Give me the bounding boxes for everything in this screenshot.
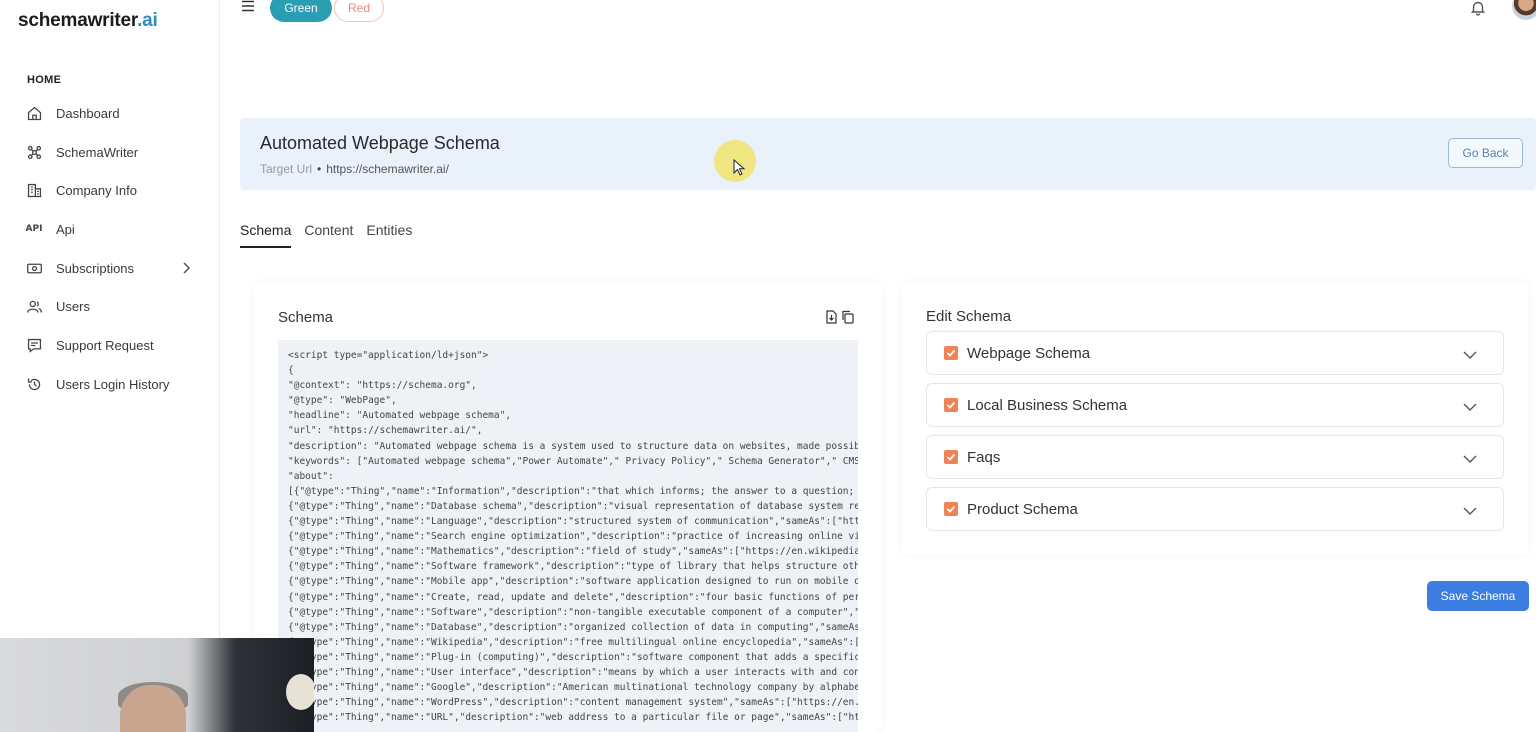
theme-red-button[interactable]: Red xyxy=(334,0,384,22)
tab-entities[interactable]: Entities xyxy=(366,222,412,248)
theme-green-button[interactable]: Green xyxy=(270,0,332,22)
edit-schema-card: Edit Schema Webpage Schema Local Busines… xyxy=(902,283,1528,555)
accordion-label: Product Schema xyxy=(967,500,1078,518)
schema-card-title: Schema xyxy=(278,309,334,326)
sidebar-item-label: SchemaWriter xyxy=(56,144,139,160)
go-back-button[interactable]: Go Back xyxy=(1448,138,1523,168)
sidebar-item-subscriptions[interactable]: Subscriptions xyxy=(25,249,205,288)
page-header-banner: Automated Webpage Schema Target Url • http… xyxy=(240,118,1536,190)
webcam-overlay xyxy=(0,638,314,732)
code-line: {"@type":"Thing","name":"Create, read, u… xyxy=(288,591,858,603)
chevron-down-icon[interactable] xyxy=(1463,503,1477,515)
home-section-label: HOME xyxy=(27,74,62,86)
background-lamp xyxy=(286,674,314,710)
sidebar-item-company-info[interactable]: Company Info xyxy=(25,171,205,210)
users-icon xyxy=(25,298,43,316)
page-title: Automated Webpage Schema xyxy=(260,133,500,153)
accordion-label: Local Business Schema xyxy=(967,396,1128,414)
accordion-label: Webpage Schema xyxy=(967,344,1091,362)
code-line: {"@type":"Thing","name":"Search engine o… xyxy=(288,531,858,543)
sidebar-item-schemawriter[interactable]: SchemaWriter xyxy=(25,133,205,172)
history-icon xyxy=(25,375,43,393)
mouse-pointer-icon xyxy=(733,158,747,177)
code-line: <script type="application/ld+json"> xyxy=(288,350,489,361)
sidebar-item-label: Company Info xyxy=(56,183,137,199)
sidebar-item-dashboard[interactable]: Dashboard xyxy=(25,94,205,133)
download-icon[interactable] xyxy=(825,310,838,329)
code-line: {"@type":"Thing","name":"Language","desc… xyxy=(288,516,858,528)
code-line: {"@type":"Thing","name":"Mobile app","de… xyxy=(288,576,858,588)
support-icon xyxy=(25,336,43,354)
target-url-line: Target Url • https://schemawriter.ai/ xyxy=(260,162,449,176)
accordion-faqs[interactable]: Faqs xyxy=(926,435,1504,479)
code-line: "about": xyxy=(288,470,334,482)
building-icon xyxy=(25,182,43,200)
sidebar-item-api[interactable]: API Api xyxy=(25,210,205,249)
target-url-value: https://schemawriter.ai/ xyxy=(326,162,449,176)
schema-icon xyxy=(25,143,43,161)
code-line: "description": "Automated webpage schema… xyxy=(288,440,858,452)
tab-content[interactable]: Content xyxy=(304,222,353,248)
code-line: "@type": "WebPage", xyxy=(288,395,397,407)
schema-card: Schema <script type="application/ld+json… xyxy=(254,283,882,732)
notification-bell-icon[interactable] xyxy=(1470,0,1486,16)
chevron-down-icon[interactable] xyxy=(1463,399,1477,411)
presenter-head xyxy=(120,685,186,732)
sidebar-item-users-login-history[interactable]: Users Login History xyxy=(25,365,205,404)
chevron-right-icon[interactable] xyxy=(181,260,191,276)
accordion-label: Faqs xyxy=(967,448,1001,466)
copy-icon[interactable] xyxy=(841,310,854,329)
schema-code-block[interactable]: <script type="application/ld+json"> { "@… xyxy=(278,340,858,732)
save-schema-button[interactable]: Save Schema xyxy=(1427,581,1529,611)
code-line: {"@type":"Thing","name":"Plug-in (comput… xyxy=(288,651,858,663)
code-line: {"@type":"Thing","name":"User interface"… xyxy=(288,666,858,678)
api-icon: API xyxy=(25,224,43,235)
code-line: "keywords": ["Automated webpage schema",… xyxy=(288,455,858,467)
chevron-down-icon[interactable] xyxy=(1463,347,1477,359)
home-icon xyxy=(25,104,43,122)
subscription-icon xyxy=(25,259,43,277)
separator-dot: • xyxy=(317,162,322,176)
schema-actions xyxy=(825,310,854,329)
edit-schema-title: Edit Schema xyxy=(926,308,1012,325)
menu-icon[interactable] xyxy=(240,0,258,14)
checkbox-checked-icon[interactable] xyxy=(944,450,958,464)
checkbox-checked-icon[interactable] xyxy=(944,398,958,412)
sidebar-item-label: Dashboard xyxy=(56,105,120,121)
checkbox-checked-icon[interactable] xyxy=(944,502,958,516)
sidebar-item-label: Support Request xyxy=(56,337,154,353)
accordion-product-schema[interactable]: Product Schema xyxy=(926,487,1504,531)
sidebar-item-label: Api xyxy=(56,221,75,237)
code-line: {"@type":"Thing","name":"Software framew… xyxy=(288,561,858,573)
sidebar-item-label: Users Login History xyxy=(56,376,170,392)
sidebar-item-users[interactable]: Users xyxy=(25,287,205,326)
sidebar: schemawriter.ai HOME Dashboard SchemaWri… xyxy=(0,0,220,732)
tab-schema[interactable]: Schema xyxy=(240,222,292,248)
code-line: {"@type":"Thing","name":"Database schema… xyxy=(288,500,858,512)
code-line: {"@type":"Thing","name":"Wikipedia","des… xyxy=(288,636,858,648)
code-line: [{"@type":"Thing","name":"Information","… xyxy=(288,485,858,497)
code-line: {"@type":"Thing","name":"Software","desc… xyxy=(288,606,858,618)
code-line: {"@type":"Thing","name":"Database","desc… xyxy=(288,621,858,633)
sidebar-item-support-request[interactable]: Support Request xyxy=(25,326,205,365)
app-logo[interactable]: schemawriter.ai xyxy=(18,10,158,32)
target-url-label: Target Url xyxy=(260,162,313,176)
chevron-down-icon[interactable] xyxy=(1463,451,1477,463)
code-line: {"@type":"Thing","name":"WordPress","des… xyxy=(288,697,858,709)
sidebar-item-label: Users xyxy=(56,299,90,315)
code-line: "url": "https://schemawriter.ai/", xyxy=(288,425,483,437)
accordion-webpage-schema[interactable]: Webpage Schema xyxy=(926,331,1504,375)
sidebar-nav: Dashboard SchemaWriter Company Info API … xyxy=(25,94,205,404)
code-line: "@context": "https://schema.org", xyxy=(288,380,477,392)
checkbox-checked-icon[interactable] xyxy=(944,346,958,360)
sidebar-item-label: Subscriptions xyxy=(56,260,135,276)
code-line: {"@type":"Thing","name":"Mathematics","d… xyxy=(288,546,858,558)
accordion-local-business-schema[interactable]: Local Business Schema xyxy=(926,383,1504,427)
code-line: { xyxy=(288,365,294,377)
code-line: {"@type":"Thing","name":"URL","descripti… xyxy=(288,712,858,724)
code-line: {"@type":"Thing","name":"Google","descri… xyxy=(288,682,858,694)
content-tabs: Schema Content Entities xyxy=(240,222,425,248)
code-line: "headline": "Automated webpage schema", xyxy=(288,410,512,422)
user-avatar[interactable] xyxy=(1512,0,1536,20)
